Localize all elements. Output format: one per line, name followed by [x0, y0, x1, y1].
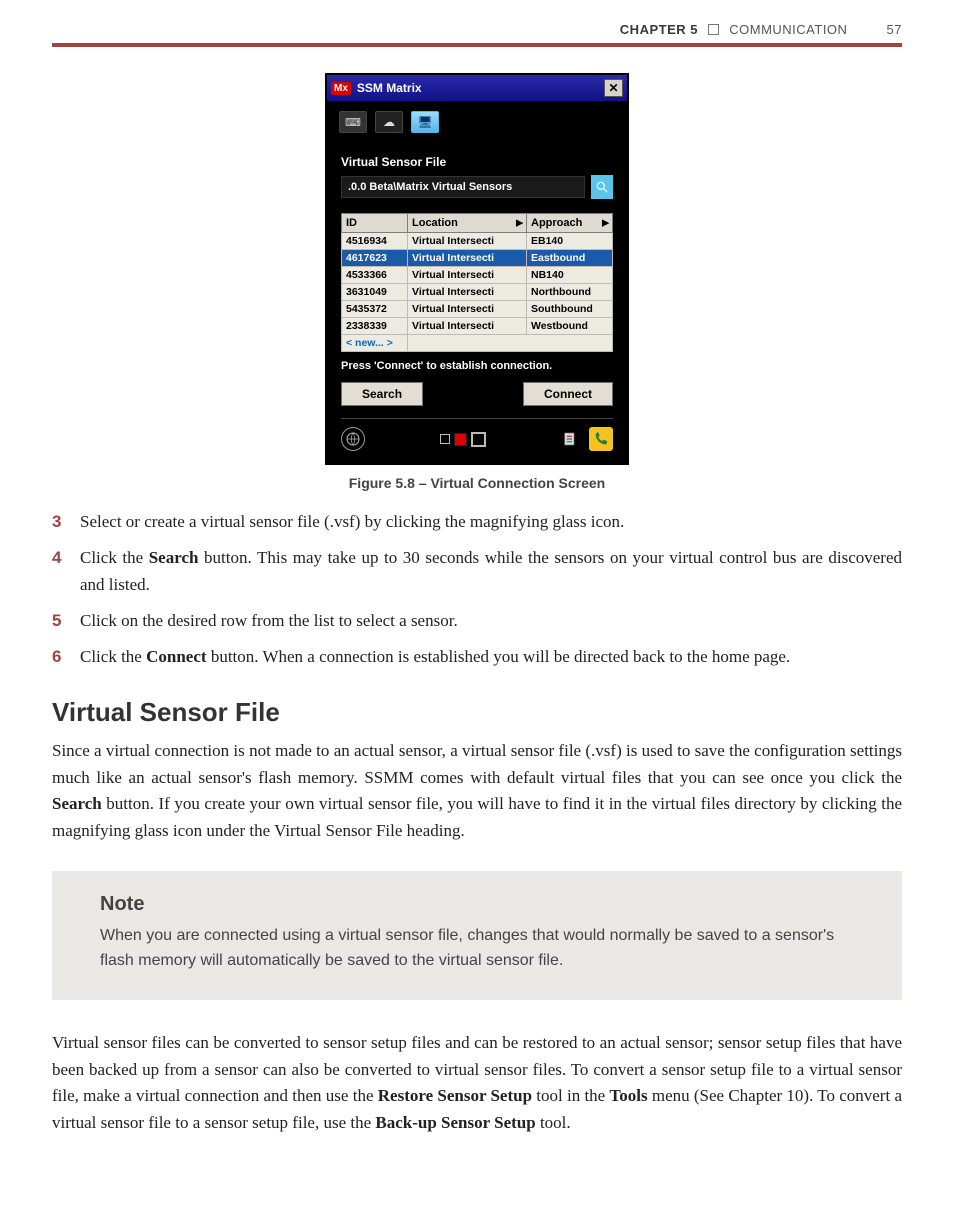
cell-approach: NB140	[527, 267, 613, 284]
close-button[interactable]: ✕	[604, 79, 623, 97]
cell-approach: EB140	[527, 233, 613, 250]
step-item: 6Click the Connect button. When a connec…	[52, 644, 902, 670]
record-outline-icon[interactable]	[471, 432, 486, 447]
note-title: Note	[100, 893, 868, 916]
serial-connection-button[interactable]: ⌨	[339, 111, 367, 133]
network-connection-button[interactable]: ☁	[375, 111, 403, 133]
connection-toolbar: ⌨ ☁ 🖥	[327, 101, 627, 139]
search-button[interactable]: Search	[341, 382, 423, 406]
cell-location: Virtual Intersecti	[408, 301, 527, 318]
col-approach[interactable]: Approach▶	[527, 214, 613, 233]
page-number: 57	[868, 22, 902, 37]
cell-location: Virtual Intersecti	[408, 318, 527, 335]
chapter-label: CHAPTER 5	[620, 22, 698, 37]
chapter-title: COMMUNICATION	[729, 22, 847, 37]
record-outline-small-icon[interactable]	[440, 434, 450, 444]
step-item: 3Select or create a virtual sensor file …	[52, 509, 902, 535]
table-row[interactable]: 4533366Virtual IntersectiNB140	[342, 267, 613, 284]
col-location[interactable]: Location▶	[408, 214, 527, 233]
cell-approach: Northbound	[527, 284, 613, 301]
table-row[interactable]: 4617623Virtual IntersectiEastbound	[342, 250, 613, 267]
table-row[interactable]: 4516934Virtual IntersectiEB140	[342, 233, 613, 250]
sensor-table: ID Location▶ Approach▶ 4516934Virtual In…	[341, 213, 613, 352]
vsf-path-field[interactable]: .0.0 Beta\Matrix Virtual Sensors	[341, 176, 585, 198]
cell-approach: Southbound	[527, 301, 613, 318]
globe-icon[interactable]	[341, 427, 365, 451]
close-icon: ✕	[608, 81, 618, 95]
cell-id: 3631049	[342, 284, 408, 301]
cell-approach: Westbound	[527, 318, 613, 335]
step-number: 4	[52, 545, 80, 598]
cell-location: Virtual Intersecti	[408, 233, 527, 250]
status-message: Press 'Connect' to establish connection.	[341, 360, 613, 372]
step-number: 6	[52, 644, 80, 670]
table-row[interactable]: 5435372Virtual IntersectiSouthbound	[342, 301, 613, 318]
figure-caption: Figure 5.8 – Virtual Connection Screen	[52, 475, 902, 491]
monitor-icon: 🖥	[417, 115, 432, 129]
cell-id: 4516934	[342, 233, 408, 250]
note-callout: Note When you are connected using a virt…	[52, 871, 902, 1000]
cell-location: Virtual Intersecti	[408, 250, 527, 267]
cell-id: 4533366	[342, 267, 408, 284]
section-heading: Virtual Sensor File	[52, 697, 902, 728]
browse-vsf-button[interactable]	[591, 175, 613, 199]
cell-location: Virtual Intersecti	[408, 267, 527, 284]
cell-id: 2338339	[342, 318, 408, 335]
step-list: 3Select or create a virtual sensor file …	[52, 509, 902, 671]
header-rule	[52, 43, 902, 47]
running-head: CHAPTER 5 COMMUNICATION 57	[52, 22, 902, 43]
cell-id: 4617623	[342, 250, 408, 267]
sensor-table-body: 4516934Virtual IntersectiEB1404617623Vir…	[342, 233, 613, 352]
step-text: Select or create a virtual sensor file (…	[80, 509, 902, 535]
table-row[interactable]: 2338339Virtual IntersectiWestbound	[342, 318, 613, 335]
square-glyph	[708, 24, 719, 35]
cell-location: Virtual Intersecti	[408, 284, 527, 301]
notes-icon[interactable]	[561, 430, 579, 448]
ssm-matrix-window: Mx SSM Matrix ✕ ⌨ ☁ 🖥 Virtual	[325, 73, 629, 465]
record-controls	[440, 432, 486, 447]
section-paragraph: Since a virtual connection is not made t…	[52, 738, 902, 845]
note-text: When you are connected using a virtual s…	[100, 924, 868, 974]
record-stop-icon[interactable]	[454, 433, 467, 446]
cell-approach: Eastbound	[527, 250, 613, 267]
figure-5-8: Mx SSM Matrix ✕ ⌨ ☁ 🖥 Virtual	[52, 73, 902, 491]
step-item: 5Click on the desired row from the list …	[52, 608, 902, 634]
cell-id: 5435372	[342, 301, 408, 318]
step-number: 3	[52, 509, 80, 535]
app-badge: Mx	[331, 82, 351, 95]
table-row[interactable]: 3631049Virtual IntersectiNorthbound	[342, 284, 613, 301]
virtual-connection-button[interactable]: 🖥	[411, 111, 439, 133]
ssm-body: Virtual Sensor File .0.0 Beta\Matrix Vir…	[327, 139, 627, 463]
status-bar	[341, 418, 613, 451]
titlebar: Mx SSM Matrix ✕	[327, 75, 627, 101]
sort-arrow-icon: ▶	[516, 218, 523, 229]
step-text: Click the Connect button. When a connect…	[80, 644, 902, 670]
closing-paragraph: Virtual sensor files can be converted to…	[52, 1030, 902, 1137]
step-text: Click the Search button. This may take u…	[80, 545, 902, 598]
cell-new: < new... >	[342, 335, 408, 352]
phone-icon[interactable]	[589, 427, 613, 451]
table-row-new[interactable]: < new... >	[342, 335, 613, 352]
vsf-heading: Virtual Sensor File	[341, 155, 613, 169]
cloud-icon: ☁	[383, 115, 395, 129]
col-id[interactable]: ID	[342, 214, 408, 233]
keyboard-icon: ⌨	[345, 116, 361, 129]
magnifying-glass-icon	[595, 180, 609, 194]
step-text: Click on the desired row from the list t…	[80, 608, 902, 634]
step-number: 5	[52, 608, 80, 634]
connect-button[interactable]: Connect	[523, 382, 613, 406]
window-title: SSM Matrix	[357, 81, 422, 95]
sort-arrow-icon: ▶	[602, 218, 609, 229]
step-item: 4Click the Search button. This may take …	[52, 545, 902, 598]
